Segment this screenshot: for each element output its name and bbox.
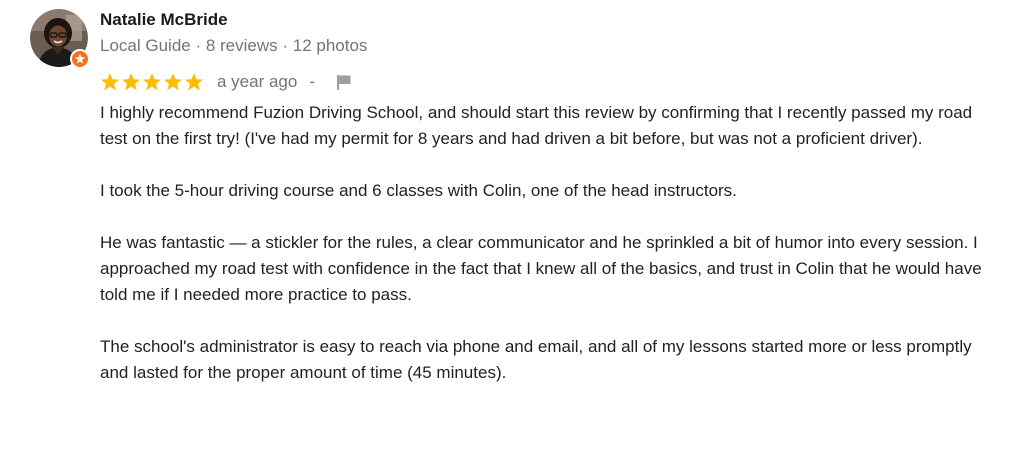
star-icon <box>122 73 140 91</box>
review-card: Natalie McBride Local Guide · 8 reviews … <box>0 0 1021 451</box>
review-paragraph: He was fantastic — a stickler for the ru… <box>100 233 982 304</box>
meta-separator: - <box>309 72 316 91</box>
star-rating <box>100 72 204 92</box>
review-paragraph: I took the 5-hour driving course and 6 c… <box>100 181 737 200</box>
local-guide-badge-icon <box>70 49 90 69</box>
review-time: a year ago <box>217 72 298 91</box>
review-paragraph: The school's administrator is easy to re… <box>100 337 972 382</box>
star-icon <box>143 73 161 91</box>
star-icon <box>101 73 119 91</box>
star-icon <box>185 73 203 91</box>
review-paragraph: I highly recommend Fuzion Driving School… <box>100 103 973 148</box>
review-text: I highly recommend Fuzion Driving School… <box>100 100 1000 412</box>
review-meta-row: a year ago - <box>100 70 353 94</box>
flag-icon[interactable] <box>335 73 353 91</box>
avatar[interactable] <box>30 9 90 69</box>
author-name[interactable]: Natalie McBride <box>100 10 228 30</box>
author-meta: Local Guide · 8 reviews · 12 photos <box>100 36 368 55</box>
star-icon <box>164 73 182 91</box>
